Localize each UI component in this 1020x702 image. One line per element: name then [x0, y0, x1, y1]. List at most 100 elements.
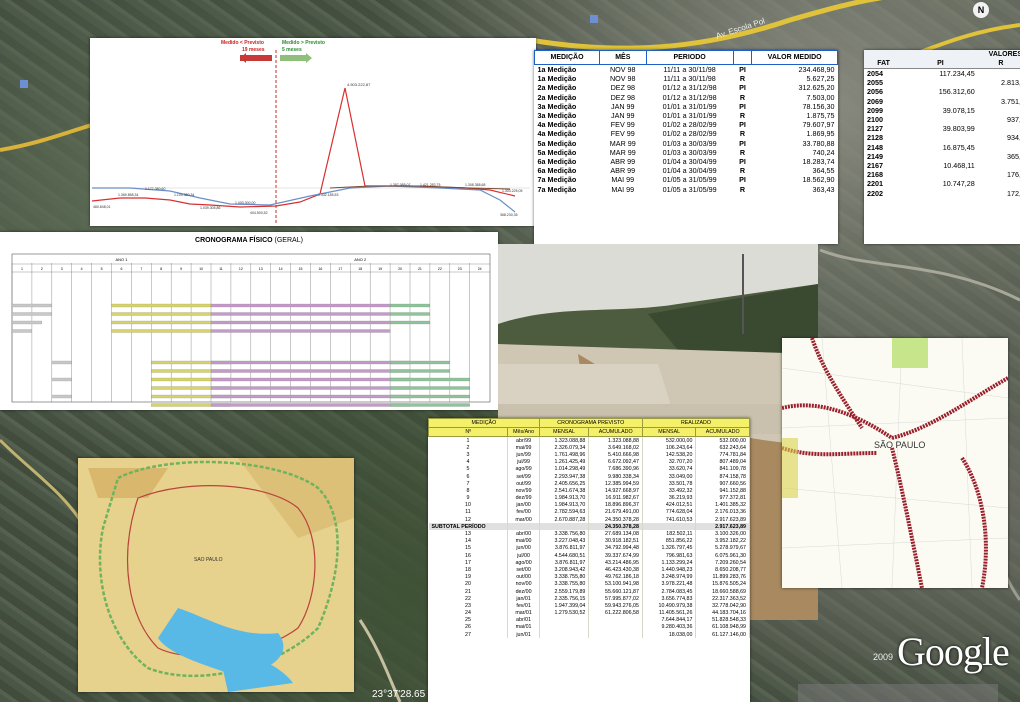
- table-row: 2127 39.803,99: [864, 124, 1020, 133]
- column-header: ACUMULADO: [695, 427, 750, 437]
- table-cell: 26: [428, 623, 509, 632]
- table-cell: 01/03 a 30/03/99: [662, 138, 717, 148]
- compass-icon[interactable]: N: [973, 2, 989, 18]
- table-row: 23 fev/01 1.947.399,04 59.943.276,05 10.490.…: [428, 602, 750, 610]
- table-row: 2a Medição DEZ 98 01/12 a 31/12/98 R 7.503,0…: [535, 93, 838, 102]
- table-cell: JAN 99: [610, 111, 635, 121]
- table-cell: 3.876.811,97: [539, 559, 590, 567]
- table-cell: 46.423.430,38: [588, 566, 643, 574]
- table-cell: [588, 631, 643, 639]
- table-cell: PI: [739, 138, 746, 148]
- table-cell: 55.660.121,87: [588, 587, 643, 596]
- table-cell: 36.219,93: [642, 494, 697, 502]
- table-cell: 632.243,64: [695, 444, 750, 452]
- table-cell: 2a Medição: [537, 92, 577, 102]
- table-cell: 2a Medição: [537, 83, 577, 93]
- arrow-left-head: [240, 53, 246, 63]
- table-cell: 2.917.623,89: [695, 523, 750, 531]
- table-cell: 9.280.403,36: [642, 623, 697, 632]
- table-cell: 8: [428, 487, 509, 495]
- table-cell: 7.503,00: [806, 92, 835, 102]
- table-cell: 33.780,88: [802, 138, 835, 148]
- table-cell: 740,24: [812, 147, 835, 157]
- gantt-bar: [210, 377, 411, 382]
- table-cell: 01/05 a 31/05/99: [662, 184, 717, 194]
- table-cell: 774.628,04: [642, 508, 697, 517]
- table-row: 8 nov/99 2.541.674,38 14.927.668,97 33.492,3…: [428, 487, 750, 495]
- left-label: 1.000.000,00: [235, 201, 255, 205]
- table-cell: NOV 98: [609, 65, 636, 75]
- table-cell: 30.918.182,51: [588, 537, 643, 545]
- table-cell: R: [739, 74, 746, 84]
- gantt-bar: [111, 329, 212, 333]
- table-cell: 5.410.666,98: [588, 451, 643, 459]
- gantt-bar: [390, 360, 450, 365]
- arrow-right-icon: [280, 55, 306, 61]
- table-cell: 3a Medição: [537, 101, 577, 111]
- map1-illustration: SAO PAULO: [78, 458, 354, 692]
- table-cell: 7: [428, 480, 509, 488]
- table-cell: 18.562,90: [802, 175, 835, 185]
- table-cell: 2.326.079,34: [539, 444, 590, 452]
- table-cell: 2167: [867, 160, 883, 170]
- map-status-bar: [798, 684, 998, 702]
- table-cell: MAR 99: [609, 138, 636, 148]
- table-cell: ago/99: [507, 465, 540, 473]
- table-cell: 11.899.283,76: [695, 573, 750, 581]
- table-cell: 39.337.674,99: [588, 552, 643, 560]
- gantt-bar: [210, 369, 411, 373]
- table-cell: out/00: [507, 573, 540, 581]
- table-cell: 2.782.594,63: [539, 508, 590, 517]
- table-row: 4 jul/99 1.261.425,49 6.672.092,47 32.707,20…: [428, 458, 750, 466]
- table-cell: 6: [428, 472, 509, 481]
- col-mes: MÊS: [599, 50, 647, 65]
- city-map-left: SAO PAULO: [78, 458, 354, 692]
- table-cell: 27.689.134,08: [588, 530, 643, 538]
- gantt-year-2: ANO 2: [354, 257, 367, 262]
- table-cell: 01/02 a 28/02/99: [662, 120, 717, 130]
- table-cell: 1.761.498,96: [539, 451, 590, 459]
- table-cell: mar/01: [507, 609, 540, 617]
- gantt-bar: [11, 329, 32, 333]
- table-cell: 6a Medição: [537, 156, 577, 166]
- table-cell: dez/00: [507, 587, 540, 596]
- table-row: 2168 176,: [864, 170, 1020, 179]
- table-cell: 874.158,78: [695, 472, 750, 481]
- table-cell: 907.660,56: [695, 480, 750, 488]
- table-cell: 796.981,63: [642, 552, 697, 560]
- table-cell: 3.338.756,80: [539, 530, 590, 538]
- table-cell: [978, 124, 1020, 133]
- table-row: 7a Medição MAI 99 01/05 a 31/05/99 R 363,43: [535, 184, 838, 194]
- table-cell: jun/00: [507, 544, 540, 552]
- gantt-month-label: 16: [318, 267, 322, 271]
- measurement-table: MEDIÇÃO MÊS PERIODO VALOR MEDIDO 1a Medi…: [534, 50, 838, 194]
- table-cell: 21: [428, 587, 509, 596]
- table-cell: 18: [428, 566, 509, 574]
- table-cell: PI: [739, 83, 746, 93]
- table-row: 1a Medição NOV 98 11/11 a 30/11/98 R 5.627,2…: [535, 74, 838, 83]
- table-cell: 22: [428, 595, 509, 603]
- table-cell: 61.127.146,00: [695, 631, 750, 639]
- table-cell: [903, 188, 978, 197]
- table-cell: 851.856,22: [642, 537, 697, 545]
- table-cell: fev/00: [507, 508, 540, 517]
- table-cell: mar/00: [507, 516, 540, 524]
- table-cell: 39.078,15: [942, 105, 975, 115]
- table-row: 4a Medição FEV 99 01/02 a 28/02/99 R 1.869,9…: [535, 129, 838, 138]
- table-cell: 156.312,60: [938, 87, 975, 97]
- table-cell: 44.183.704,16: [695, 609, 750, 617]
- gantt-bar: [11, 303, 52, 308]
- right-label: 368.230,35: [500, 213, 518, 217]
- table-cell: [507, 523, 540, 531]
- table-cell: 1.323.088,88: [539, 436, 590, 445]
- table-cell: 6a Medição: [537, 166, 577, 176]
- coordinate-readout: 23°37'28.65: [372, 689, 426, 700]
- table-cell: 19: [428, 573, 509, 581]
- table-cell: 61.108.948,99: [695, 623, 750, 632]
- table-row: 2056 156.312,60: [864, 87, 1020, 96]
- gantt-panel: CRONOGRAMA FÍSICO (GERAL) ANO 1 ANO 21234…: [0, 232, 498, 410]
- table-cell: PI: [739, 156, 746, 166]
- table-cell: abr/00: [507, 530, 540, 538]
- table-cell: 78.156,30: [802, 101, 835, 111]
- head-realizado: REALIZADO: [641, 418, 750, 428]
